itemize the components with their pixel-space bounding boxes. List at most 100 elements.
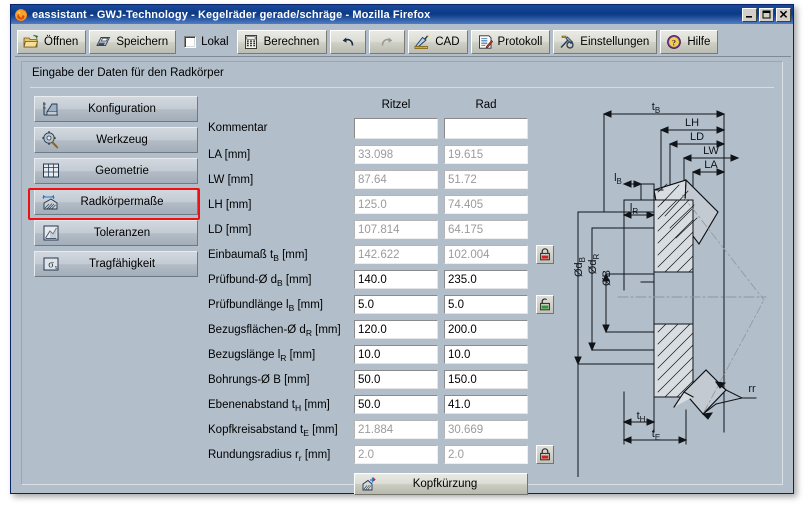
application-window: eassistant - GWJ-Technology - Kegelräder… bbox=[10, 4, 794, 495]
open-folder-icon bbox=[23, 34, 39, 50]
window-title: eassistant - GWJ-Technology - Kegelräder… bbox=[32, 8, 431, 21]
input-ritzel[interactable]: 33.098 bbox=[354, 145, 438, 164]
input-ritzel[interactable]: 21.884 bbox=[354, 420, 438, 439]
form-row-pruefbundlaenge: Prüfbundlänge lB [mm] 5.0 5.0 bbox=[208, 295, 558, 320]
help-book-icon: ? bbox=[666, 34, 682, 50]
help-button[interactable]: ? Hilfe bbox=[660, 29, 719, 54]
input-ritzel[interactable]: 142.622 bbox=[354, 245, 438, 264]
input-rad[interactable]: 5.0 bbox=[444, 295, 528, 314]
input-rad[interactable]: 235.0 bbox=[444, 270, 528, 289]
lock-toggle-einbaumass[interactable] bbox=[536, 245, 554, 264]
cad-button[interactable]: CAD bbox=[408, 29, 468, 54]
row-label: Ebenenabstand tH [mm] bbox=[208, 399, 330, 413]
kopfkuerzung-button[interactable]: Kopfkürzung bbox=[354, 473, 528, 495]
input-ritzel[interactable]: 120.0 bbox=[354, 320, 438, 339]
title-divider bbox=[30, 87, 774, 88]
input-ritzel[interactable]: 2.0 bbox=[354, 445, 438, 464]
checkbox-box[interactable] bbox=[184, 35, 197, 48]
dim-label-LH: LH bbox=[685, 117, 699, 129]
floppy-disk-icon bbox=[95, 34, 111, 50]
input-rad[interactable]: 64.175 bbox=[444, 220, 528, 239]
sidebar-item-label: Tragfähigkeit bbox=[88, 258, 156, 270]
sidebar-item-toleranzen[interactable]: Toleranzen bbox=[34, 220, 198, 246]
open-button-label: Öffnen bbox=[44, 35, 79, 48]
configuration-icon bbox=[41, 99, 61, 119]
sidebar-item-label: Geometrie bbox=[95, 165, 149, 177]
client-area: Eingabe der Daten für den Radkörper Konf… bbox=[15, 56, 791, 495]
form-row-kommentar: Kommentar bbox=[208, 118, 558, 145]
redo-button[interactable] bbox=[369, 29, 406, 54]
svg-text:x: x bbox=[55, 265, 58, 271]
report-icon bbox=[477, 34, 493, 50]
geometry-grid-icon bbox=[41, 161, 61, 181]
input-ritzel[interactable] bbox=[354, 118, 438, 139]
undo-button[interactable] bbox=[330, 29, 367, 54]
title-bar: eassistant - GWJ-Technology - Kegelräder… bbox=[11, 5, 793, 24]
row-label: Kopfkreisabstand tE [mm] bbox=[208, 424, 338, 438]
sidebar-item-label: Werkzeug bbox=[96, 134, 148, 146]
cad-ruler-icon bbox=[414, 34, 430, 50]
input-rad[interactable]: 10.0 bbox=[444, 345, 528, 364]
close-button[interactable] bbox=[776, 7, 791, 22]
column-header-rad: Rad bbox=[475, 99, 497, 111]
input-ritzel[interactable]: 50.0 bbox=[354, 395, 438, 414]
input-rad[interactable]: 2.0 bbox=[444, 445, 528, 464]
form-row-ebenenabstand: Ebenenabstand tH [mm] 50.0 41.0 bbox=[208, 395, 558, 420]
sidebar-item-radkoerpermasse[interactable]: Radkörpermaße bbox=[34, 189, 198, 215]
input-ritzel[interactable]: 10.0 bbox=[354, 345, 438, 364]
calculate-button[interactable]: Berechnen bbox=[236, 29, 328, 54]
minimize-button[interactable] bbox=[742, 7, 757, 22]
sidebar-item-label: Radkörpermaße bbox=[80, 196, 164, 208]
dim-label-lR: lR bbox=[630, 202, 638, 216]
content-panel: Eingabe der Daten für den Radkörper Konf… bbox=[21, 61, 783, 495]
input-ritzel[interactable]: 50.0 bbox=[354, 370, 438, 389]
calculate-button-label: Berechnen bbox=[263, 35, 320, 48]
dim-label-LA: LA bbox=[704, 159, 718, 171]
lokal-label: Lokal bbox=[201, 35, 229, 48]
input-ritzel[interactable]: 87.64 bbox=[354, 170, 438, 189]
input-rad[interactable]: 30.669 bbox=[444, 420, 528, 439]
input-ritzel[interactable]: 5.0 bbox=[354, 295, 438, 314]
open-button[interactable]: Öffnen bbox=[17, 29, 87, 54]
protocol-button-label: Protokoll bbox=[497, 35, 543, 48]
sidebar-item-tragfaehigkeit[interactable]: σ x Tragfähigkeit bbox=[34, 251, 198, 277]
input-rad[interactable] bbox=[444, 118, 528, 139]
main-toolbar: Öffnen Speichern Lokal Berechnen CAD Pro… bbox=[11, 24, 793, 56]
lock-toggle-pruefbundlaenge[interactable] bbox=[536, 295, 554, 314]
sidebar-item-werkzeug[interactable]: Werkzeug bbox=[34, 127, 198, 153]
form-row-einbaumass: Einbaumaß tB [mm] 142.622 102.004 bbox=[208, 245, 558, 270]
settings-button[interactable]: Einstellungen bbox=[553, 29, 658, 54]
form-row-pruefbund-durchmesser: Prüfbund-Ø dB [mm] 140.0 235.0 bbox=[208, 270, 558, 295]
input-rad[interactable]: 150.0 bbox=[444, 370, 528, 389]
input-rad[interactable]: 51.72 bbox=[444, 170, 528, 189]
input-ritzel[interactable]: 107.814 bbox=[354, 220, 438, 239]
input-rad[interactable]: 74.405 bbox=[444, 195, 528, 214]
input-rad[interactable]: 41.0 bbox=[444, 395, 528, 414]
input-ritzel[interactable]: 125.0 bbox=[354, 195, 438, 214]
sidebar-item-geometrie[interactable]: Geometrie bbox=[34, 158, 198, 184]
save-button[interactable]: Speichern bbox=[89, 29, 177, 54]
sidebar-item-konfiguration[interactable]: Konfiguration bbox=[34, 96, 198, 122]
lokal-checkbox[interactable]: Lokal bbox=[179, 35, 234, 48]
input-rad[interactable]: 19.615 bbox=[444, 145, 528, 164]
form-row-bezugsflaechen-durchmesser: Bezugsflächen-Ø dR [mm] 120.0 200.0 bbox=[208, 320, 558, 345]
lock-toggle-rundungsradius[interactable] bbox=[536, 445, 554, 464]
dim-label-dB: ØdB bbox=[573, 257, 587, 277]
sidebar-item-label: Konfiguration bbox=[88, 103, 156, 115]
input-ritzel[interactable]: 140.0 bbox=[354, 270, 438, 289]
save-button-label: Speichern bbox=[116, 35, 169, 48]
calculator-icon bbox=[243, 34, 259, 50]
padlock-open-green-icon bbox=[540, 298, 550, 311]
input-rad[interactable]: 200.0 bbox=[444, 320, 528, 339]
form-row-rundungsradius: Rundungsradius rr [mm] 2.0 2.0 bbox=[208, 445, 558, 470]
wheel-body-icon bbox=[41, 192, 61, 212]
dim-label-rr: rr bbox=[748, 383, 756, 395]
maximize-button[interactable] bbox=[759, 7, 774, 22]
window-controls bbox=[742, 7, 791, 22]
sidebar-item-label: Toleranzen bbox=[93, 227, 151, 239]
protocol-button[interactable]: Protokoll bbox=[470, 29, 551, 54]
dim-label-LW: LW bbox=[703, 145, 719, 157]
load-capacity-icon: σ x bbox=[41, 254, 61, 274]
padlock-closed-red-icon bbox=[540, 448, 550, 461]
input-rad[interactable]: 102.004 bbox=[444, 245, 528, 264]
